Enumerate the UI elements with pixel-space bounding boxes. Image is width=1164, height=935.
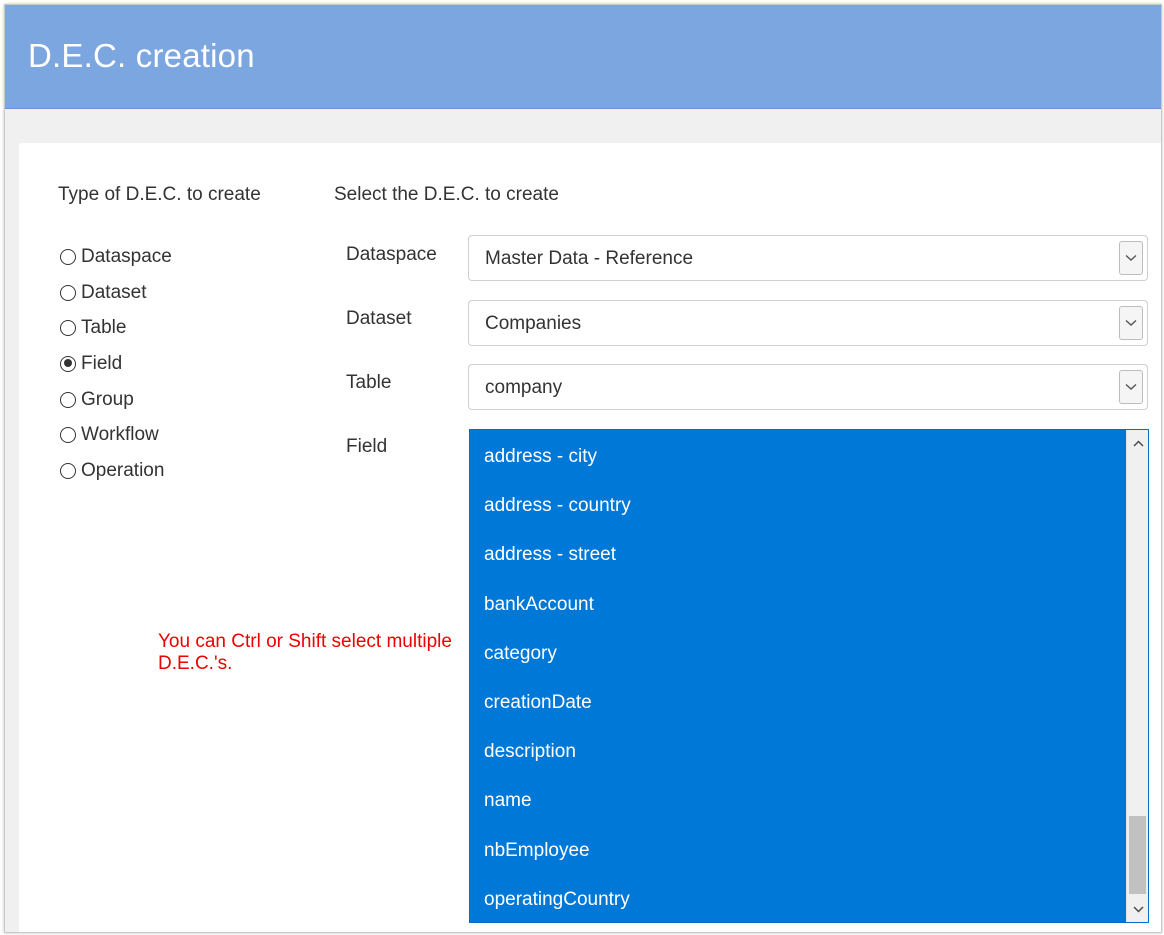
field-list-items: address - city address - country address… (470, 430, 1126, 924)
radio-option-table[interactable]: Table (60, 310, 172, 346)
title-bar: D.E.C. creation (5, 5, 1161, 109)
field-multiselect-list[interactable]: address - city address - country address… (469, 429, 1149, 923)
list-item[interactable]: operatingCountry (470, 875, 1126, 924)
multiselect-hint: You can Ctrl or Shift select multiple D.… (158, 631, 452, 674)
radio-option-dataspace[interactable]: Dataspace (60, 239, 172, 275)
radio-option-operation[interactable]: Operation (60, 453, 172, 489)
table-label: Table (346, 372, 392, 393)
dataset-select-value: Companies (485, 313, 582, 334)
radio-label: Dataset (81, 281, 147, 303)
list-item[interactable]: name (470, 776, 1126, 825)
radio-button-checked-icon[interactable] (60, 355, 76, 372)
radio-label: Dataspace (81, 245, 172, 267)
select-heading: Select the D.E.C. to create (334, 184, 559, 205)
radio-label: Operation (81, 459, 165, 481)
list-item[interactable]: address - street (470, 530, 1126, 579)
table-select[interactable]: company (468, 364, 1148, 410)
type-heading: Type of D.E.C. to create (58, 184, 261, 205)
content-panel: Type of D.E.C. to create Select the D.E.… (19, 143, 1161, 932)
radio-button-icon[interactable] (60, 462, 76, 479)
chevron-down-icon[interactable] (1119, 241, 1143, 275)
list-item[interactable]: description (470, 727, 1126, 776)
list-scrollbar[interactable] (1126, 430, 1148, 922)
radio-button-icon[interactable] (60, 427, 76, 444)
list-item[interactable]: category (470, 629, 1126, 678)
field-label: Field (346, 436, 388, 457)
radio-label: Table (81, 317, 127, 339)
radio-option-workflow[interactable]: Workflow (60, 417, 172, 453)
radio-button-icon[interactable] (60, 284, 76, 301)
list-item[interactable]: address - city (470, 432, 1126, 481)
dataspace-label: Dataspace (346, 244, 437, 265)
radio-label: Workflow (81, 424, 159, 446)
dataset-select[interactable]: Companies (468, 300, 1148, 346)
dataset-label: Dataset (346, 308, 412, 329)
chevron-down-icon[interactable] (1127, 896, 1149, 922)
dialog-title: D.E.C. creation (28, 37, 255, 74)
radio-button-icon[interactable] (60, 391, 76, 408)
radio-button-icon[interactable] (60, 248, 76, 265)
table-select-value: company (485, 377, 563, 398)
radio-label: Field (81, 352, 123, 374)
radio-option-dataset[interactable]: Dataset (60, 275, 172, 311)
list-item[interactable]: bankAccount (470, 580, 1126, 629)
dataspace-select[interactable]: Master Data - Reference (468, 235, 1148, 281)
radio-option-field[interactable]: Field (60, 346, 172, 382)
list-item[interactable]: address - country (470, 481, 1126, 530)
chevron-down-icon[interactable] (1119, 370, 1143, 404)
chevron-down-icon[interactable] (1119, 306, 1143, 340)
dataspace-select-value: Master Data - Reference (485, 248, 694, 269)
radio-button-icon[interactable] (60, 320, 76, 337)
dec-creation-dialog: D.E.C. creation Type of D.E.C. to create… (4, 4, 1162, 933)
radio-label: Group (81, 388, 134, 410)
scrollbar-thumb[interactable] (1129, 816, 1146, 894)
chevron-up-icon[interactable] (1127, 430, 1149, 456)
list-item[interactable]: creationDate (470, 678, 1126, 727)
dec-type-radio-group: Dataspace Dataset Table Field Group Work… (60, 239, 172, 489)
radio-option-group[interactable]: Group (60, 382, 172, 418)
list-item[interactable]: nbEmployee (470, 826, 1126, 875)
